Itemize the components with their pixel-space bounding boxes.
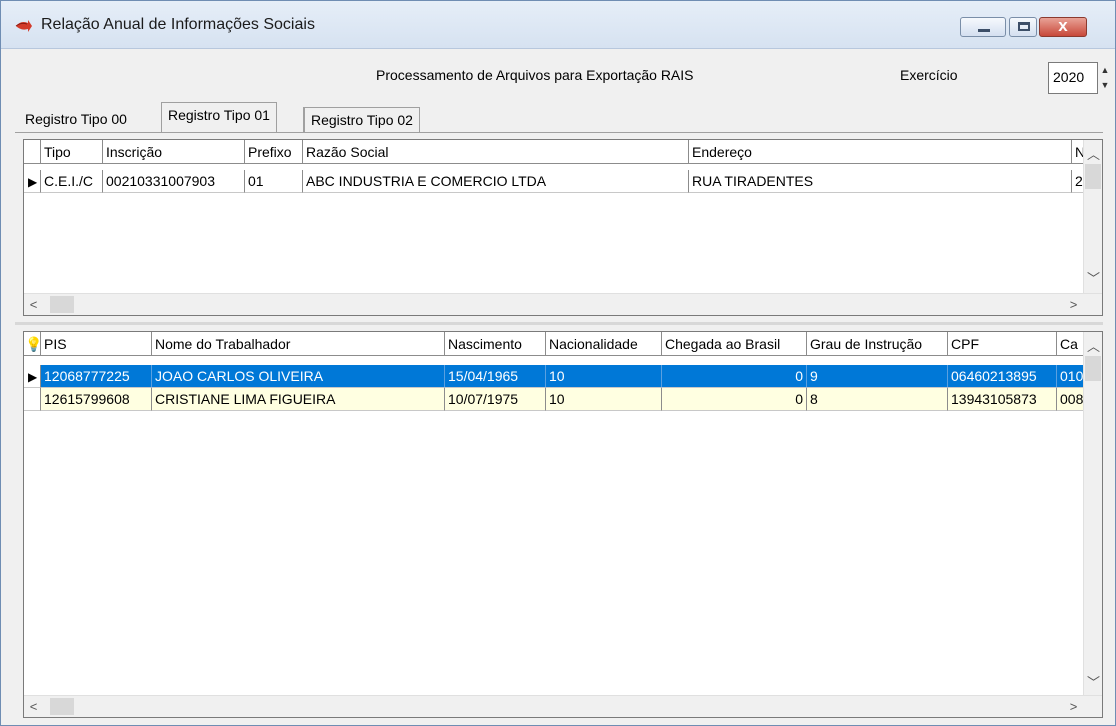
app-icon <box>15 20 32 32</box>
minimize-icon <box>978 29 990 32</box>
cell-chegada[interactable]: 0 <box>662 388 807 411</box>
col-header-inscricao[interactable]: Inscrição <box>103 140 245 164</box>
grid-header: 💡 PIS Nome do Trabalhador Nascimento Nac… <box>24 332 1086 356</box>
col-header-chegada[interactable]: Chegada ao Brasil <box>662 332 807 356</box>
empresa-grid[interactable]: Tipo Inscrição Prefixo Razão Social Ende… <box>23 139 1103 316</box>
col-header-pis[interactable]: PIS <box>41 332 152 356</box>
scroll-left-icon[interactable]: < <box>24 699 43 714</box>
col-header-grau-instrucao[interactable]: Grau de Instrução <box>807 332 948 356</box>
vertical-scrollbar[interactable]: ︿ ﹀ <box>1083 140 1102 293</box>
lightbulb-icon: 💡 <box>25 336 41 352</box>
scroll-down-icon[interactable]: ﹀ <box>1084 672 1102 691</box>
cell-ca[interactable]: 008 <box>1057 388 1086 411</box>
col-header-nome[interactable]: Nome do Trabalhador <box>152 332 445 356</box>
col-header-cpf[interactable]: CPF <box>948 332 1057 356</box>
indicator-header <box>24 140 41 164</box>
scroll-thumb[interactable] <box>1085 164 1101 189</box>
cell-inscricao[interactable]: 00210331007903 <box>103 170 245 193</box>
exercicio-value[interactable]: 2020 <box>1053 69 1084 85</box>
scroll-thumb[interactable] <box>50 296 74 313</box>
cell-nascimento[interactable]: 10/07/1975 <box>445 388 546 411</box>
exercicio-label: Exercício <box>900 67 958 83</box>
close-icon: x <box>1058 16 1068 35</box>
cell-chegada[interactable]: 0 <box>662 365 807 388</box>
cell-razao-social[interactable]: ABC INDUSTRIA E COMERCIO LTDA <box>303 170 689 193</box>
spin-down-icon[interactable]: ▼ <box>1099 78 1111 93</box>
page-title: Processamento de Arquivos para Exportaçã… <box>376 67 694 83</box>
cell-grau-instrucao[interactable]: 8 <box>807 388 948 411</box>
exercicio-spinner[interactable]: 2020 ▲ ▼ <box>1048 62 1109 94</box>
tab-divider <box>15 132 1103 133</box>
maximize-button[interactable] <box>1009 17 1037 37</box>
cell-ca[interactable]: 010 <box>1057 365 1086 388</box>
cell-nome[interactable]: JOAO CARLOS OLIVEIRA <box>152 365 445 388</box>
tab-registro-tipo-00[interactable]: Registro Tipo 00 <box>19 107 133 133</box>
grid-header: Tipo Inscrição Prefixo Razão Social Ende… <box>24 140 1086 164</box>
cell-nacionalidade[interactable]: 10 <box>546 365 662 388</box>
col-header-nascimento[interactable]: Nascimento <box>445 332 546 356</box>
cell-pis[interactable]: 12068777225 <box>41 365 152 388</box>
col-header-razao-social[interactable]: Razão Social <box>303 140 689 164</box>
minimize-button[interactable] <box>960 17 1006 37</box>
spin-up-icon[interactable]: ▲ <box>1099 63 1111 78</box>
cell-cpf[interactable]: 06460213895 <box>948 365 1057 388</box>
scroll-down-icon[interactable]: ﹀ <box>1084 268 1102 287</box>
scroll-right-icon[interactable]: > <box>1064 699 1083 714</box>
table-row[interactable]: ▶ C.E.I./C 00210331007903 01 ABC INDUSTR… <box>24 170 1086 193</box>
horizontal-scrollbar[interactable]: < > <box>24 293 1102 315</box>
cell-endereco[interactable]: RUA TIRADENTES <box>689 170 1072 193</box>
cell-grau-instrucao[interactable]: 9 <box>807 365 948 388</box>
cell-pis[interactable]: 12615799608 <box>41 388 152 411</box>
cell-nacionalidade[interactable]: 10 <box>546 388 662 411</box>
title-bar[interactable]: Relação Anual de Informações Sociais x <box>1 1 1115 49</box>
main-window: Relação Anual de Informações Sociais x P… <box>0 0 1116 726</box>
cell-nome[interactable]: CRISTIANE LIMA FIGUEIRA <box>152 388 445 411</box>
tab-registro-tipo-01[interactable]: Registro Tipo 01 <box>161 102 277 132</box>
col-header-endereco[interactable]: Endereço <box>689 140 1072 164</box>
triangle-right-icon: ▶ <box>28 175 38 189</box>
trabalhador-grid[interactable]: 💡 PIS Nome do Trabalhador Nascimento Nac… <box>23 331 1103 718</box>
indicator-header: 💡 <box>24 332 41 356</box>
col-header-nacionalidade[interactable]: Nacionalidade <box>546 332 662 356</box>
tab-registro-tipo-02[interactable]: Registro Tipo 02 <box>303 107 420 133</box>
row-indicator <box>24 388 41 411</box>
col-header-prefixo[interactable]: Prefixo <box>245 140 303 164</box>
scroll-up-icon[interactable]: ︿ <box>1084 144 1102 163</box>
horizontal-scrollbar[interactable]: < > <box>24 695 1102 717</box>
col-header-ca[interactable]: Ca <box>1057 332 1086 356</box>
cell-nascimento[interactable]: 15/04/1965 <box>445 365 546 388</box>
scroll-right-icon[interactable]: > <box>1064 297 1083 312</box>
cell-prefixo[interactable]: 01 <box>245 170 303 193</box>
scroll-up-icon[interactable]: ︿ <box>1084 336 1102 355</box>
close-button[interactable]: x <box>1039 16 1087 37</box>
cell-tipo[interactable]: C.E.I./C <box>41 170 103 193</box>
scroll-thumb[interactable] <box>50 698 74 715</box>
scroll-thumb[interactable] <box>1085 356 1101 381</box>
window-title: Relação Anual de Informações Sociais <box>41 16 315 33</box>
triangle-right-icon: ▶ <box>28 370 38 384</box>
col-header-tipo[interactable]: Tipo <box>41 140 103 164</box>
cell-cpf[interactable]: 13943105873 <box>948 388 1057 411</box>
scroll-left-icon[interactable]: < <box>24 297 43 312</box>
row-indicator: ▶ <box>24 170 41 193</box>
row-indicator: ▶ <box>24 365 41 388</box>
vertical-scrollbar[interactable]: ︿ ﹀ <box>1083 332 1102 695</box>
table-row[interactable]: ▶ 12068777225 JOAO CARLOS OLIVEIRA 15/04… <box>24 365 1086 388</box>
grid-splitter[interactable] <box>15 322 1103 325</box>
maximize-icon <box>1018 22 1030 31</box>
table-row[interactable]: 12615799608 CRISTIANE LIMA FIGUEIRA 10/0… <box>24 388 1086 411</box>
